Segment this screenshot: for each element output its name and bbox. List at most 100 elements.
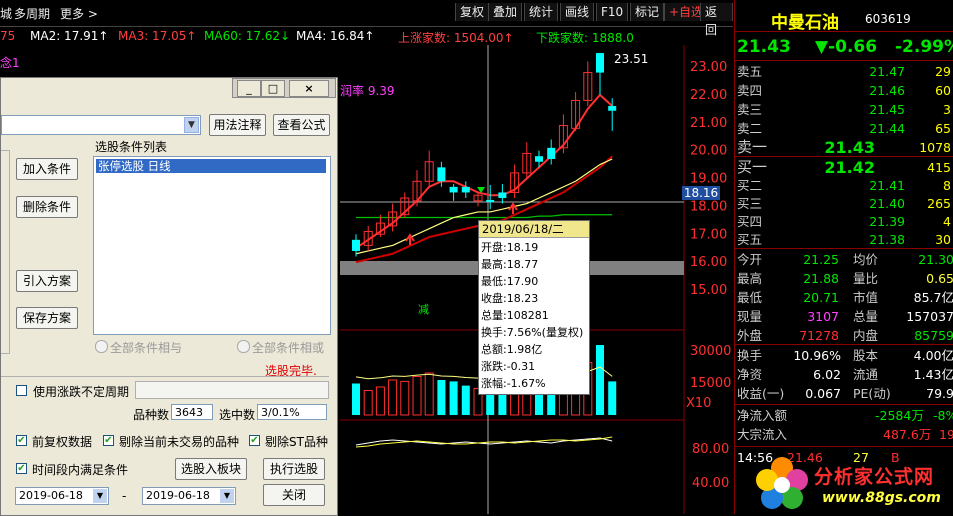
ask-volume: 29 — [935, 64, 951, 79]
menu-partial[interactable]: 城 — [0, 5, 12, 22]
back-button[interactable]: 返回 — [700, 3, 733, 37]
menu-more[interactable]: 更多 > — [60, 5, 98, 22]
volume-bar — [412, 376, 422, 416]
divider — [735, 60, 953, 61]
volume-bar — [608, 381, 617, 415]
signal-mark: 减 — [418, 303, 429, 316]
fuquan-label: 前复权数据 — [32, 435, 93, 449]
ask-price: 21.44 — [869, 121, 905, 136]
stats-row: 最高 21.88 量比 0.65 — [735, 270, 953, 287]
selected-field: 3/0.1% — [257, 404, 327, 420]
maximize-icon[interactable]: □ — [261, 80, 285, 97]
variable-period-checkbox[interactable] — [16, 385, 27, 396]
bid-row: 买二 21.41 8 — [735, 177, 953, 194]
bid-label: 买一 — [737, 158, 768, 176]
condition-list[interactable]: 张停选股 日线 — [93, 156, 331, 335]
period-condition-checkbox[interactable]: ✔ — [16, 463, 27, 474]
date-from-field[interactable]: 2019-06-18 ▼ — [15, 487, 109, 505]
progress-bar — [135, 381, 329, 399]
stats-label: 流通 — [853, 367, 879, 382]
minimize-icon[interactable]: _ — [237, 80, 261, 97]
stats-value: 3107 — [807, 309, 839, 324]
dialog-titlebar[interactable]: _ □ × — [232, 78, 336, 98]
stats-value: 85.7亿 — [913, 290, 953, 305]
volume-bar — [400, 380, 410, 416]
fuquan-checkbox[interactable]: ✔ — [16, 435, 27, 446]
bid-volume: 265 — [927, 196, 951, 211]
ask-row: 卖二 21.44 65 — [735, 120, 953, 137]
mark-button[interactable]: 标记 — [630, 3, 665, 21]
stats-value: 21.25 — [803, 252, 839, 267]
usage-note-button[interactable]: 用法注释 — [209, 114, 266, 136]
divider — [735, 344, 953, 345]
volume-axis-label: X10 — [686, 396, 711, 411]
price-axis-label: 16.00 — [690, 255, 727, 270]
divider — [735, 404, 953, 405]
fuquan-button[interactable]: 复权 — [455, 3, 490, 21]
bid-row: 买四 21.39 4 — [735, 213, 953, 230]
exclude-untraded-checkbox[interactable]: ✔ — [103, 435, 114, 446]
selected-label: 选中数 — [219, 408, 256, 422]
delete-condition-button[interactable]: 删除条件 — [16, 196, 78, 218]
stats-button[interactable]: 统计 — [524, 3, 559, 21]
bid-price: 21.39 — [869, 214, 905, 229]
formula-select[interactable]: ▼ — [1, 115, 201, 135]
stats2-row: 收益(一) 0.067 PE(动) 79.9 — [735, 385, 953, 402]
stats-label: PE(动) — [853, 386, 891, 401]
overlay-text-2: 润率 9.39 — [340, 84, 395, 98]
stats-label: 外盘 — [737, 328, 763, 343]
add-condition-button[interactable]: 加入条件 — [16, 158, 78, 180]
stats-label: 市值 — [853, 290, 879, 305]
draw-line-button[interactable]: 画线 — [560, 3, 595, 21]
indicator-line — [355, 437, 613, 446]
price-axis-label: 23.00 — [690, 60, 727, 75]
left-group-box — [1, 150, 10, 354]
ma-item-1: MA2: 17.91↑ — [30, 29, 109, 43]
ma-item-0: 75 — [0, 29, 16, 43]
tooltip-change-pct: 涨幅:-1.67% — [481, 377, 546, 390]
date-to-field[interactable]: 2019-06-18 ▼ — [142, 487, 236, 505]
ma-item-6: 下跌家数: 1888.0 — [536, 31, 634, 45]
stock-count-field: 3643 — [171, 404, 213, 420]
chevron-down-icon[interactable]: ▼ — [220, 489, 234, 503]
execute-screen-button[interactable]: 执行选股 — [263, 458, 325, 480]
netflow-row: 净流入额 -2584万 -8% — [735, 407, 953, 424]
radio-and[interactable] — [95, 340, 108, 353]
stats-label: 今开 — [737, 252, 763, 267]
radio-or[interactable] — [237, 340, 250, 353]
close-icon[interactable]: × — [289, 80, 329, 97]
f10-button[interactable]: F10 — [596, 3, 629, 21]
candle-body — [437, 167, 446, 182]
stock-code: 603619 — [865, 12, 911, 26]
volume-bar — [449, 381, 458, 415]
stats-label: 换手 — [737, 348, 763, 363]
chevron-down-icon[interactable]: ▼ — [93, 489, 107, 503]
overlay-button[interactable]: 叠加 — [488, 3, 523, 21]
save-scheme-button[interactable]: 保存方案 — [16, 307, 78, 329]
bid-volume: 30 — [935, 232, 951, 247]
price-axis-label: 21.00 — [690, 116, 727, 131]
ask-label: 卖四 — [737, 83, 763, 98]
select-to-block-button[interactable]: 选股入板块 — [175, 458, 247, 480]
ask-price: 21.43 — [824, 138, 875, 157]
bid-label: 买三 — [737, 196, 763, 211]
bid-volume: 8 — [943, 178, 951, 193]
list-item[interactable]: 张停选股 日线 — [96, 159, 326, 173]
close-button[interactable]: 关闭 — [263, 484, 325, 506]
tooltip-high: 最高:18.77 — [481, 258, 539, 271]
watermark-text: 分析家公式网 — [814, 466, 935, 488]
import-scheme-button[interactable]: 引入方案 — [16, 270, 78, 292]
divider — [735, 446, 953, 447]
exclude-st-checkbox[interactable]: ✔ — [249, 435, 260, 446]
stats-value: 21.88 — [803, 271, 839, 286]
menu-multi-period[interactable]: 多周期 — [14, 5, 50, 22]
view-formula-button[interactable]: 查看公式 — [273, 114, 330, 136]
price-axis-label: 18.00 — [690, 199, 727, 214]
candle-info-tooltip: 2019/06/18/二 开盘:18.19 最高:18.77 最低:17.90 … — [478, 220, 590, 395]
stats-label: 净资 — [737, 367, 763, 382]
chevron-down-icon[interactable]: ▼ — [184, 117, 199, 133]
divider — [735, 248, 953, 249]
volume-bar — [352, 383, 360, 415]
current-price: 21.43 — [737, 37, 791, 57]
ask-volume: 60 — [935, 83, 951, 98]
